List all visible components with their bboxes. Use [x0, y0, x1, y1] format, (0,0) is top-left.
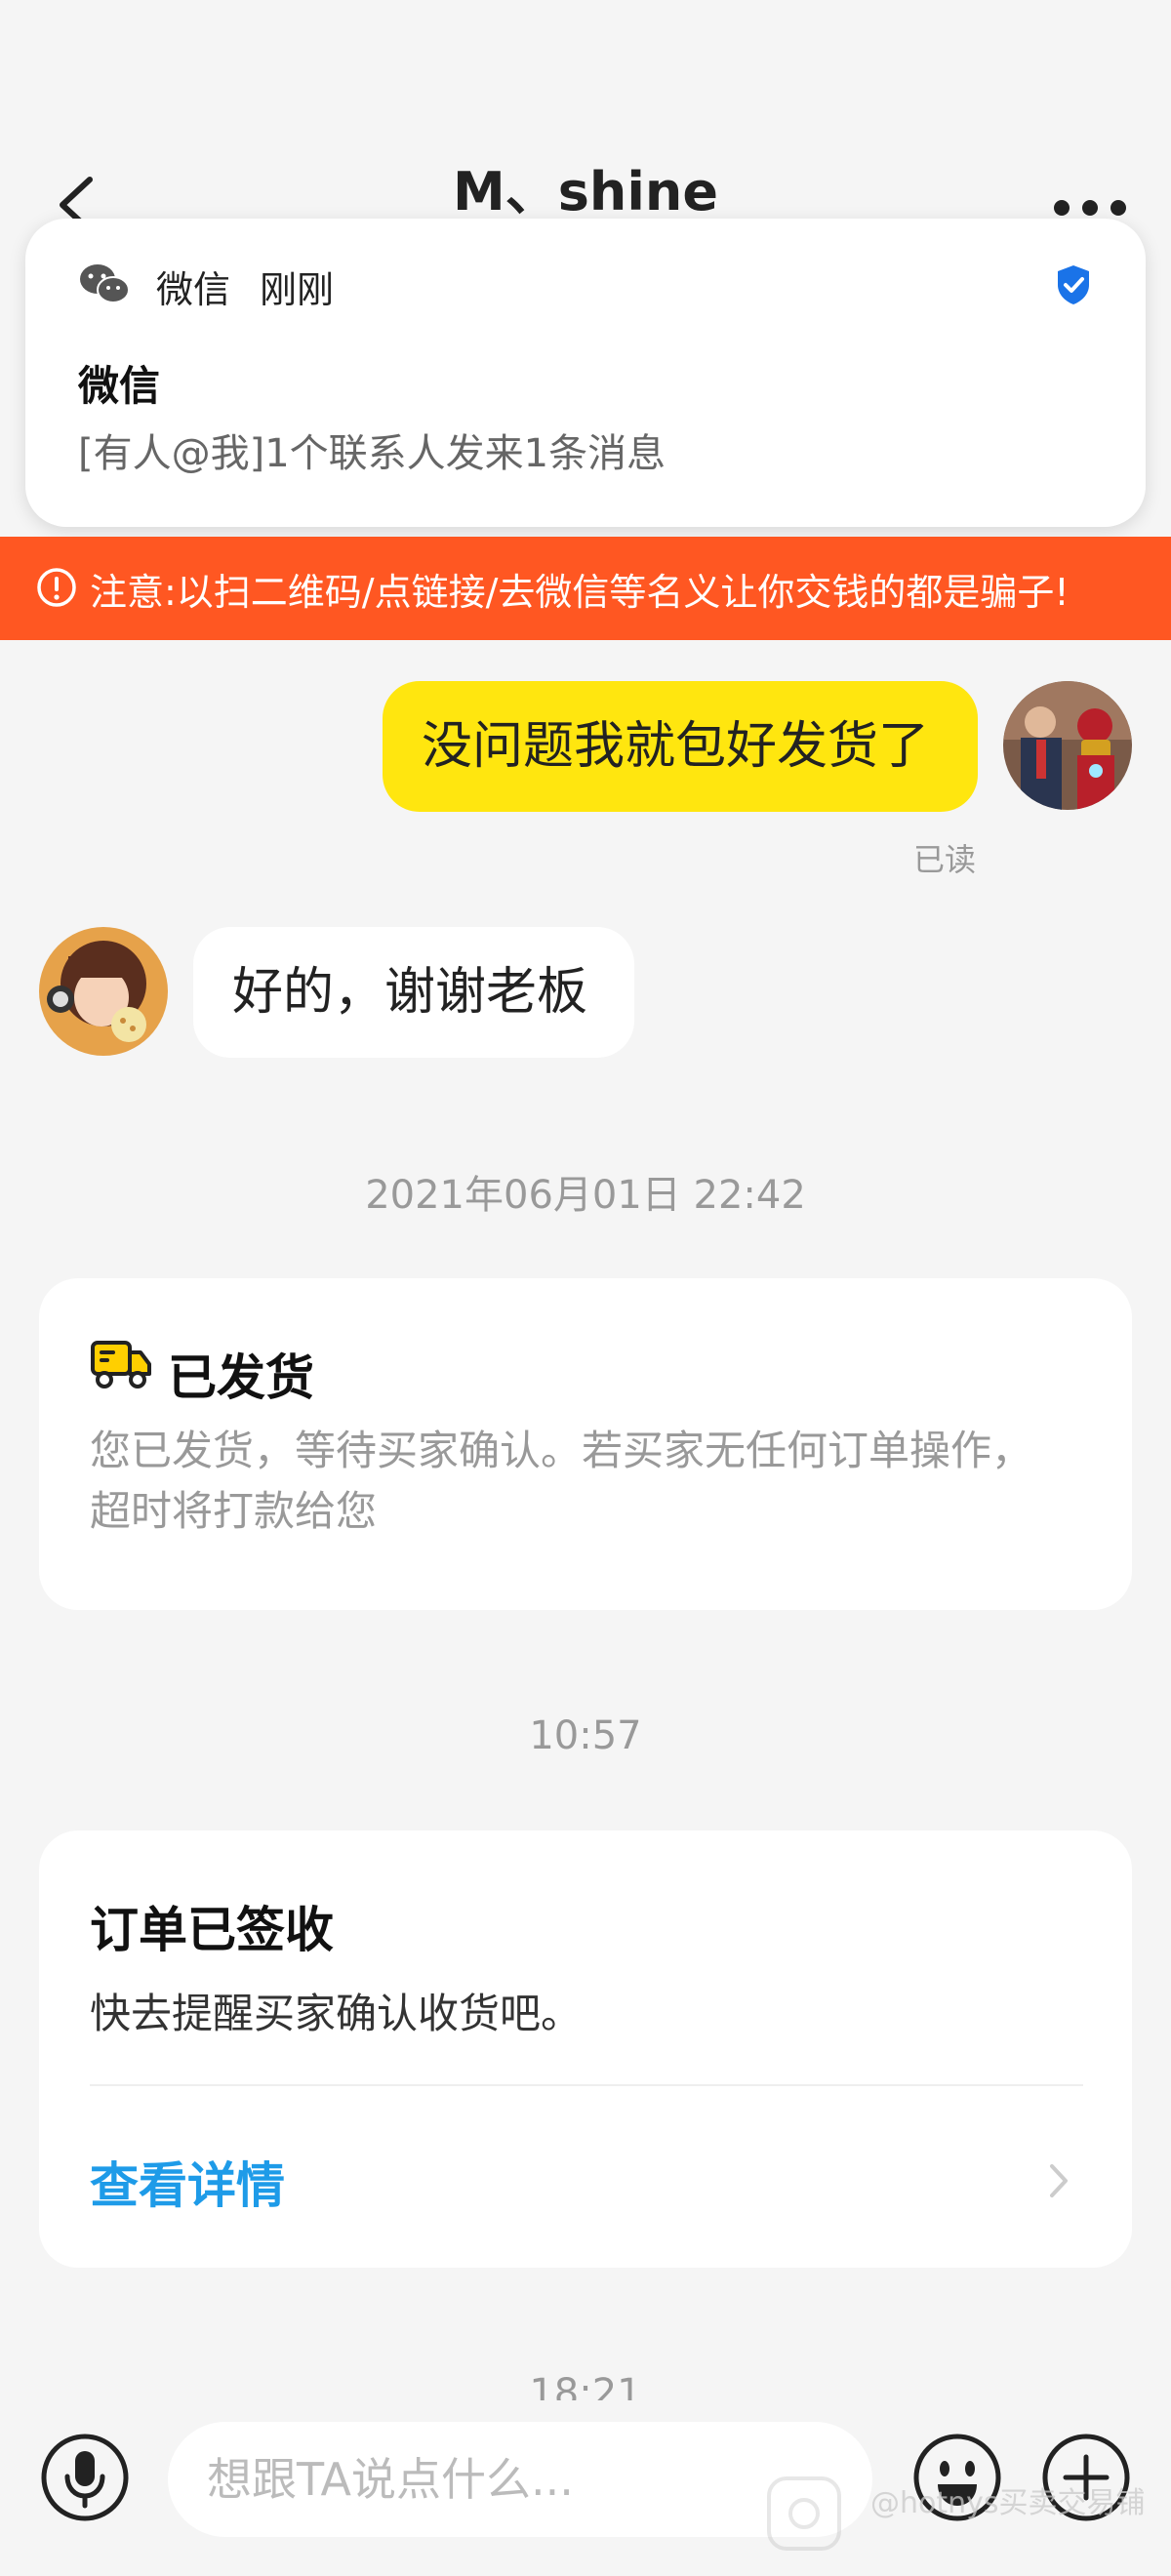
outgoing-message-bubble[interactable]: 没问题我就包好发货了 — [383, 681, 978, 812]
contact-avatar[interactable] — [39, 927, 168, 1056]
notification-body: [有人@我]1个联系人发来1条消息 — [78, 431, 666, 476]
read-status: 已读 — [913, 841, 977, 878]
delivery-truck-icon — [90, 1337, 152, 1391]
alert-circle-icon — [35, 566, 78, 609]
voice-button[interactable] — [39, 2432, 131, 2523]
watermark-text: @hotnys买卖交易铺 — [870, 2486, 1146, 2520]
fraud-warning-text: 注意:以扫二维码/点链接/去微信等名义让你交钱的都是骗子! — [90, 571, 1070, 614]
my-avatar[interactable] — [1003, 681, 1132, 810]
order-signed-description: 快去提醒买家确认收货吧。 — [90, 1990, 583, 2037]
timestamp: 2021年06月01日 22:42 — [365, 1173, 806, 1218]
notification-app-name: 微信 — [156, 268, 231, 311]
divider — [90, 2084, 1083, 2086]
view-details-link[interactable]: 查看详情 — [90, 2147, 285, 2217]
notification-time: 刚刚 — [260, 268, 335, 311]
timestamp-partial: 18:21 — [529, 2371, 642, 2400]
watermark-logo — [765, 2475, 843, 2553]
timestamp: 10:57 — [529, 1713, 642, 1758]
incoming-message-bubble[interactable]: 好的，谢谢老板 — [193, 927, 634, 1058]
notification-title: 微信 — [78, 362, 161, 410]
shield-check-icon — [1054, 263, 1093, 306]
wechat-icon — [78, 262, 131, 306]
shipped-title: 已发货 — [168, 1349, 314, 1406]
chevron-right-icon[interactable] — [1044, 2156, 1073, 2205]
chat-title: M、shine — [453, 161, 718, 222]
microphone-icon — [41, 2434, 129, 2521]
order-signed-title: 订单已签收 — [90, 1902, 334, 1958]
shipped-description: 您已发货，等待买家确认。若买家无任何订单操作，超时将打款给您 — [90, 1427, 1033, 1535]
